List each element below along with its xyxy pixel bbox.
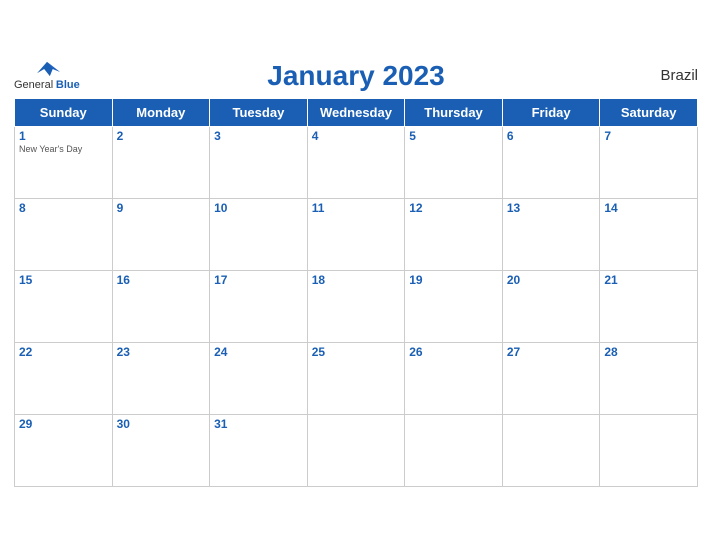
calendar-cell-w1-d2: 2 (112, 126, 210, 198)
weekday-sunday: Sunday (15, 98, 113, 126)
calendar-cell-w2-d1: 8 (15, 198, 113, 270)
calendar-cell-w3-d2: 16 (112, 270, 210, 342)
logo-area: General Blue (14, 59, 80, 91)
day-number: 9 (117, 201, 206, 215)
day-number: 22 (19, 345, 108, 359)
week-row-2: 89 10 11 12 13 14 (15, 198, 698, 270)
calendar-cell-w2-d7: 14 (600, 198, 698, 270)
day-number: 30 (117, 417, 206, 431)
holiday-label: New Year's Day (19, 144, 108, 154)
calendar-cell-w5-d4 (307, 414, 405, 486)
calendar-cell-w3-d1: 15 (15, 270, 113, 342)
day-number: 8 (19, 201, 108, 215)
weekday-saturday: Saturday (600, 98, 698, 126)
country-label: Brazil (660, 67, 698, 84)
calendar-cell-w4-d2: 23 (112, 342, 210, 414)
logo-general-text: General (14, 79, 53, 91)
day-number: 23 (117, 345, 206, 359)
calendar-cell-w2-d3: 10 (210, 198, 308, 270)
day-number: 15 (19, 273, 108, 287)
calendar-cell-w5-d7 (600, 414, 698, 486)
calendar-cell-w4-d1: 22 (15, 342, 113, 414)
calendar-cell-w1-d1: 1New Year's Day (15, 126, 113, 198)
calendar-cell-w2-d4: 11 (307, 198, 405, 270)
day-number: 25 (312, 345, 401, 359)
weekday-wednesday: Wednesday (307, 98, 405, 126)
logo-bird-icon (32, 59, 62, 79)
day-number: 19 (409, 273, 498, 287)
weekday-friday: Friday (502, 98, 600, 126)
calendar-cell-w1-d7: 7 (600, 126, 698, 198)
day-number: 24 (214, 345, 303, 359)
day-number: 13 (507, 201, 596, 215)
calendar-cell-w1-d6: 6 (502, 126, 600, 198)
calendar-body: 1New Year's Day2345678910111213141516171… (15, 126, 698, 486)
calendar-cell-w1-d3: 3 (210, 126, 308, 198)
calendar-cell-w1-d4: 4 (307, 126, 405, 198)
calendar-cell-w4-d7: 28 (600, 342, 698, 414)
day-number: 27 (507, 345, 596, 359)
calendar-cell-w4-d3: 24 (210, 342, 308, 414)
calendar-container: General Blue January 2023 Brazil Sunday … (0, 50, 712, 501)
day-number: 2 (117, 129, 206, 143)
day-number: 11 (312, 201, 401, 215)
weekday-tuesday: Tuesday (210, 98, 308, 126)
day-number: 16 (117, 273, 206, 287)
weekday-header-row: Sunday Monday Tuesday Wednesday Thursday… (15, 98, 698, 126)
weekday-monday: Monday (112, 98, 210, 126)
calendar-cell-w5-d1: 29 (15, 414, 113, 486)
day-number: 6 (507, 129, 596, 143)
week-row-5: 29 30 31 (15, 414, 698, 486)
weekday-thursday: Thursday (405, 98, 503, 126)
calendar-cell-w5-d2: 30 (112, 414, 210, 486)
week-row-4: 22 23 24 25 26 27 28 (15, 342, 698, 414)
calendar-cell-w4-d5: 26 (405, 342, 503, 414)
calendar-cell-w2-d6: 13 (502, 198, 600, 270)
calendar-cell-w3-d7: 21 (600, 270, 698, 342)
calendar-cell-w5-d3: 31 (210, 414, 308, 486)
day-number: 29 (19, 417, 108, 431)
day-number: 14 (604, 201, 693, 215)
day-number: 1 (19, 129, 108, 143)
logo-blue-text: Blue (56, 79, 80, 91)
calendar-title: January 2023 (267, 60, 444, 92)
week-row-3: 15 16 17 18 19 20 21 (15, 270, 698, 342)
day-number: 18 (312, 273, 401, 287)
calendar-cell-w3-d3: 17 (210, 270, 308, 342)
calendar-cell-w5-d6 (502, 414, 600, 486)
calendar-cell-w5-d5 (405, 414, 503, 486)
calendar-thead: Sunday Monday Tuesday Wednesday Thursday… (15, 98, 698, 126)
calendar-cell-w2-d5: 12 (405, 198, 503, 270)
calendar-table: Sunday Monday Tuesday Wednesday Thursday… (14, 98, 698, 487)
day-number: 4 (312, 129, 401, 143)
calendar-header: General Blue January 2023 Brazil (14, 60, 698, 92)
calendar-cell-w1-d5: 5 (405, 126, 503, 198)
day-number: 31 (214, 417, 303, 431)
calendar-cell-w4-d4: 25 (307, 342, 405, 414)
day-number: 7 (604, 129, 693, 143)
day-number: 5 (409, 129, 498, 143)
day-number: 28 (604, 345, 693, 359)
day-number: 20 (507, 273, 596, 287)
day-number: 3 (214, 129, 303, 143)
calendar-cell-w3-d5: 19 (405, 270, 503, 342)
calendar-cell-w3-d6: 20 (502, 270, 600, 342)
day-number: 17 (214, 273, 303, 287)
day-number: 10 (214, 201, 303, 215)
day-number: 21 (604, 273, 693, 287)
day-number: 26 (409, 345, 498, 359)
week-row-1: 1New Year's Day 234567 (15, 126, 698, 198)
day-number: 12 (409, 201, 498, 215)
calendar-cell-w3-d4: 18 (307, 270, 405, 342)
calendar-cell-w4-d6: 27 (502, 342, 600, 414)
calendar-cell-w2-d2: 9 (112, 198, 210, 270)
